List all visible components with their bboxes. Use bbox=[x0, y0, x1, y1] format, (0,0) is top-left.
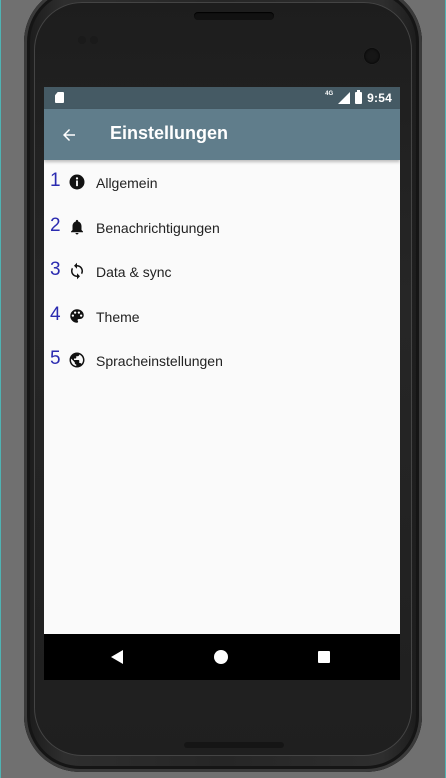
status-icons: 4G 9:54 bbox=[325, 87, 392, 109]
navigation-bar bbox=[44, 634, 400, 680]
nav-home-button[interactable] bbox=[211, 647, 231, 667]
item-number: 2 bbox=[50, 214, 61, 236]
sd-card-icon bbox=[55, 92, 64, 103]
item-number: 4 bbox=[50, 303, 61, 325]
globe-icon bbox=[69, 352, 85, 368]
app-bar: Einstellungen bbox=[44, 109, 400, 160]
status-bar: 4G 9:54 bbox=[44, 87, 400, 109]
item-number: 3 bbox=[50, 259, 61, 280]
info-icon bbox=[69, 174, 85, 190]
emulator-frame: 4G 9:54 Einstellungen 1 Allgemein 2 Bena… bbox=[0, 0, 446, 778]
settings-item-theme[interactable]: 4 Theme bbox=[44, 294, 400, 339]
nav-recents-button[interactable] bbox=[314, 647, 334, 667]
clock: 9:54 bbox=[367, 91, 392, 105]
frame-left-edge bbox=[0, 0, 1, 778]
item-label: Data & sync bbox=[96, 264, 172, 280]
item-label: Allgemein bbox=[96, 175, 158, 191]
nav-back-button[interactable] bbox=[107, 647, 127, 667]
front-camera bbox=[364, 48, 380, 64]
palette-icon bbox=[70, 308, 84, 323]
item-label: Spracheinstellungen bbox=[96, 353, 223, 369]
settings-item-spracheinstellungen[interactable]: 5 Spracheinstellungen bbox=[44, 338, 400, 383]
arrow-left-icon bbox=[63, 129, 75, 141]
settings-item-data-sync[interactable]: 3 Data & sync bbox=[44, 249, 400, 294]
proximity-sensor bbox=[78, 36, 86, 44]
settings-item-benachrichtigungen[interactable]: 2 Benachrichtigungen bbox=[44, 205, 400, 250]
triangle-back-icon bbox=[111, 650, 123, 664]
item-number: 5 bbox=[50, 348, 61, 369]
signal-icon bbox=[338, 92, 351, 104]
sync-icon bbox=[71, 262, 83, 280]
battery-icon bbox=[355, 90, 363, 104]
square-recents-icon bbox=[318, 651, 330, 663]
earpiece-speaker bbox=[194, 12, 274, 20]
settings-item-allgemein[interactable]: 1 Allgemein bbox=[44, 160, 400, 205]
network-type: 4G bbox=[325, 91, 334, 97]
settings-list: 1 Allgemein 2 Benachrichtigungen 3 Data … bbox=[44, 160, 400, 383]
item-label: Benachrichtigungen bbox=[96, 219, 220, 236]
bell-icon bbox=[71, 219, 83, 234]
device-screen: 4G 9:54 Einstellungen 1 Allgemein 2 Bena… bbox=[44, 87, 400, 680]
page-title: Einstellungen bbox=[110, 123, 229, 143]
item-number: 1 bbox=[50, 170, 61, 191]
circle-home-icon bbox=[214, 650, 228, 664]
item-label: Theme bbox=[96, 308, 140, 325]
back-button[interactable] bbox=[56, 122, 82, 148]
light-sensor bbox=[90, 36, 98, 44]
bottom-speaker bbox=[184, 742, 284, 748]
